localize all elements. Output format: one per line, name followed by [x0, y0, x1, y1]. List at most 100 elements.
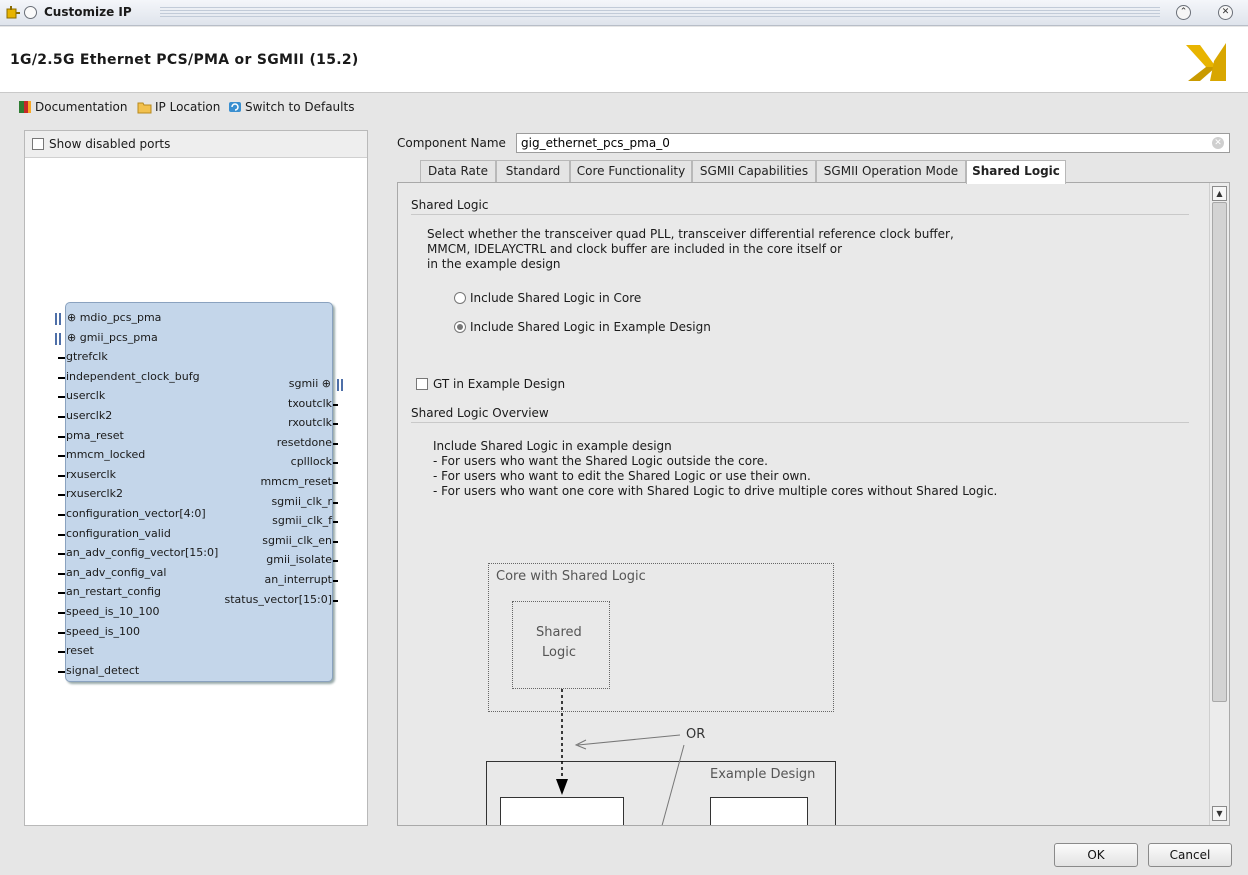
port-pin [58, 455, 65, 458]
port-label-an-adv-config-vector-15-0-[interactable]: an_adv_config_vector[15:0] [66, 546, 218, 559]
core-with-shared-logic-label: Core with Shared Logic [496, 569, 646, 584]
include-shared-logic-example-label[interactable]: Include Shared Logic in Example Design [470, 320, 711, 334]
port-label-sgmii-clk-en[interactable]: sgmii_clk_en [262, 534, 332, 547]
port-label-signal-detect[interactable]: signal_detect [66, 664, 139, 677]
show-disabled-ports-bar: Show disabled ports [25, 131, 367, 158]
include-shared-logic-example-radio[interactable] [454, 321, 466, 333]
gt-example-design-checkbox[interactable] [416, 378, 428, 390]
port-pin [333, 462, 338, 465]
port-label-cplllock[interactable]: cplllock [291, 455, 332, 468]
vertical-scrollbar[interactable]: ▲ ▼ [1209, 183, 1229, 825]
port-pin [58, 396, 65, 399]
port-label-speed-is-10-100[interactable]: speed_is_10_100 [66, 605, 160, 618]
port-label-configuration-valid[interactable]: configuration_valid [66, 527, 171, 540]
port-pin [58, 514, 65, 516]
scrollbar-thumb[interactable] [1212, 202, 1227, 702]
ok-button[interactable]: OK [1054, 843, 1138, 867]
clear-input-icon[interactable]: ✕ [1212, 137, 1224, 149]
window-menu-icon[interactable] [24, 6, 37, 19]
documentation-menu[interactable]: Documentation [18, 100, 128, 114]
cancel-button[interactable]: Cancel [1148, 843, 1232, 867]
overview-line2: - For users who want the Shared Logic ou… [433, 454, 768, 468]
shared-logic-desc-line3: in the example design [427, 257, 561, 271]
port-label-resetdone[interactable]: resetdone [277, 436, 332, 449]
port-label-independent-clock-bufg[interactable]: independent_clock_bufg [66, 370, 200, 383]
minimize-icon[interactable]: ⌃ [1176, 5, 1191, 20]
port-pin [58, 612, 65, 614]
component-name-input[interactable] [516, 133, 1230, 153]
diagram-arrows [556, 689, 685, 825]
shared-logic-label-line1: Shared [536, 625, 582, 640]
port-label-gmii-pcs-pma[interactable]: ⊕ gmii_pcs_pma [67, 331, 158, 344]
port-label-an-interrupt[interactable]: an_interrupt [265, 573, 332, 586]
port-pin [58, 474, 65, 477]
ip-location-button[interactable]: IP Location [137, 100, 220, 114]
port-label-sgmii[interactable]: sgmii ⊕ [289, 377, 331, 390]
port-pin [333, 580, 338, 582]
section-divider [411, 214, 1189, 215]
tab-standard[interactable]: Standard [496, 160, 570, 183]
shared-logic-label-line2: Logic [542, 645, 576, 660]
section-divider [411, 422, 1189, 423]
overview-line3: - For users who want to edit the Shared … [433, 469, 811, 483]
tab-core-functionality[interactable]: Core Functionality [570, 160, 692, 183]
port-pin [58, 631, 65, 634]
gt-example-design-label[interactable]: GT in Example Design [433, 377, 565, 391]
show-disabled-ports-checkbox[interactable] [32, 138, 44, 150]
bus-port-marker [337, 379, 343, 391]
port-pin [333, 599, 338, 602]
port-label-rxuserclk[interactable]: rxuserclk [66, 468, 116, 481]
dialog-header: 1G/2.5G Ethernet PCS/PMA or SGMII (15.2) [0, 27, 1248, 93]
port-label-userclk[interactable]: userclk [66, 389, 105, 402]
switch-to-defaults-button[interactable]: Switch to Defaults [228, 100, 354, 114]
port-label-txoutclk[interactable]: txoutclk [288, 397, 332, 410]
port-label-mmcm-locked[interactable]: mmcm_locked [66, 448, 145, 461]
port-pin [333, 482, 338, 484]
tab-shared-logic[interactable]: Shared Logic [966, 160, 1066, 184]
port-label-sgmii-clk-r[interactable]: sgmii_clk_r [271, 495, 332, 508]
overview-section-title: Shared Logic Overview [411, 406, 549, 420]
scroll-up-icon[interactable]: ▲ [1212, 186, 1227, 201]
port-label-pma-reset[interactable]: pma_reset [66, 429, 124, 442]
close-icon[interactable]: ✕ [1218, 5, 1233, 20]
port-label-mdio-pcs-pma[interactable]: ⊕ mdio_pcs_pma [67, 311, 161, 324]
window-title: Customize IP [44, 5, 132, 19]
port-pin [333, 442, 338, 445]
port-pin [58, 651, 65, 654]
port-label-gmii-isolate[interactable]: gmii_isolate [266, 553, 332, 566]
port-pin [58, 533, 65, 536]
show-disabled-ports-label: Show disabled ports [49, 137, 171, 151]
window-titlebar[interactable]: Customize IP ⌃ ✕ [0, 0, 1248, 26]
port-label-mmcm-reset[interactable]: mmcm_reset [260, 475, 332, 488]
titlebar-decoration [160, 7, 1160, 18]
port-label-rxoutclk[interactable]: rxoutclk [288, 416, 332, 429]
example-design-label: Example Design [710, 767, 816, 782]
port-label-gtrefclk[interactable]: gtrefclk [66, 350, 108, 363]
overview-line4: - For users who want one core with Share… [433, 484, 998, 498]
tab-sgmii-operation-mode[interactable]: SGMII Operation Mode [816, 160, 966, 183]
symbol-panel: Show disabled ports ⊕ mdio_pcs_pma ⊕ gmii… [24, 130, 368, 826]
port-label-rxuserclk2[interactable]: rxuserclk2 [66, 487, 123, 500]
tab-sgmii-capabilities[interactable]: SGMII Capabilities [692, 160, 816, 183]
component-name-label: Component Name [397, 136, 506, 150]
include-shared-logic-core-label[interactable]: Include Shared Logic in Core [470, 291, 641, 305]
port-label-status-vector-15-0-[interactable]: status_vector[15:0] [225, 593, 332, 606]
port-pin [58, 494, 65, 497]
port-label-userclk2[interactable]: userclk2 [66, 409, 112, 422]
include-shared-logic-core-radio[interactable] [454, 292, 466, 304]
port-label-configuration-vector-4-0-[interactable]: configuration_vector[4:0] [66, 507, 206, 520]
port-label-speed-is-100[interactable]: speed_is_100 [66, 625, 140, 638]
scroll-down-icon[interactable]: ▼ [1212, 806, 1227, 821]
port-pin [58, 572, 65, 575]
switch-to-defaults-label: Switch to Defaults [245, 100, 355, 114]
port-label-sgmii-clk-f[interactable]: sgmii_clk_f [272, 514, 332, 527]
port-label-reset[interactable]: reset [66, 644, 94, 657]
shared-logic-desc-line2: MMCM, IDELAYCTRL and clock buffer are in… [427, 242, 843, 256]
port-pin [58, 416, 65, 418]
shared-logic-desc-line1: Select whether the transceiver quad PLL,… [427, 227, 954, 241]
tab-data-rate[interactable]: Data Rate [420, 160, 496, 183]
port-label-an-restart-config[interactable]: an_restart_config [66, 585, 161, 598]
port-label-an-adv-config-val[interactable]: an_adv_config_val [66, 566, 166, 579]
ip-location-label: IP Location [155, 100, 221, 114]
toolbar: Documentation IP Location Switch to Defa… [0, 94, 1248, 120]
